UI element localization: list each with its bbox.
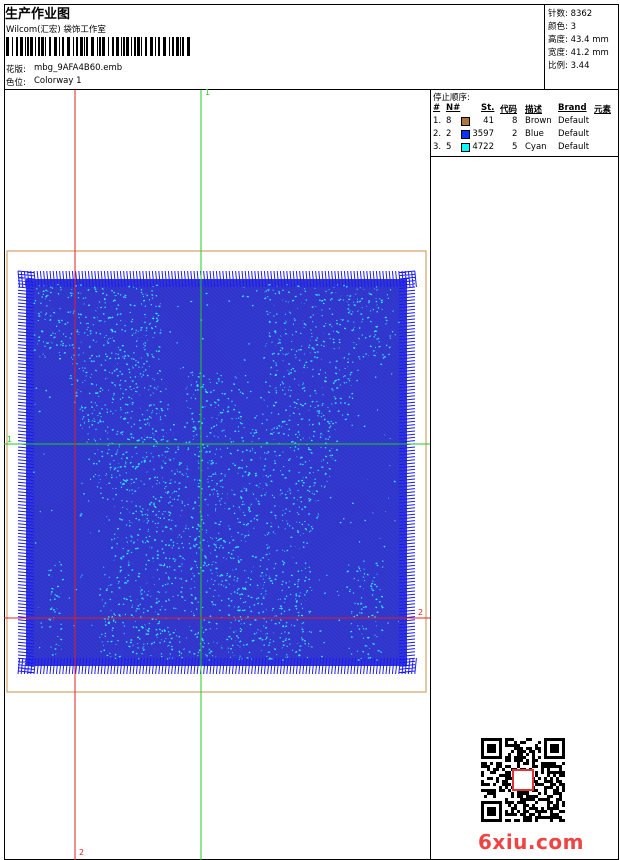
row-index: 1. <box>433 116 442 126</box>
colorway-label: 色位: <box>6 78 26 88</box>
watermark-logo: 6xiu.com <box>478 830 584 854</box>
row-stitches: 41 <box>483 116 494 126</box>
color-swatch <box>461 130 470 139</box>
row-stitches: 4722 <box>472 142 494 152</box>
col-stitches: St. <box>481 103 495 113</box>
row-code: 5 <box>512 142 518 152</box>
row-desc: Cyan <box>525 142 547 152</box>
guide-label-green-left: 1 <box>7 435 13 444</box>
stat-stitches: 针数: 8362 <box>548 9 593 19</box>
row-desc: Blue <box>525 129 544 139</box>
row-brand: Default <box>558 142 590 152</box>
row-brand: Default <box>558 116 590 126</box>
row-stitches: 3597 <box>472 129 494 139</box>
guide-label-red-right: 2 <box>418 608 424 617</box>
row-n: 8 <box>446 116 452 126</box>
row-code: 2 <box>512 129 518 139</box>
col-brand: Brand <box>558 103 587 113</box>
row-n: 5 <box>446 142 452 152</box>
col-index: # <box>433 103 441 113</box>
seal-stamp <box>512 769 534 791</box>
color-swatch <box>461 143 470 152</box>
row-code: 8 <box>512 116 518 126</box>
stat-height: 高度: 43.4 mm <box>548 35 609 45</box>
stat-scale: 比例: 3.44 <box>548 61 590 71</box>
barcode <box>6 37 190 56</box>
color-swatch <box>461 117 470 126</box>
stop-sequence-title: 停止顺序: <box>433 93 470 103</box>
stat-width: 宽度: 41.2 mm <box>548 48 609 58</box>
row-brand: Default <box>558 129 590 139</box>
colorway-value: Colorway 1 <box>34 76 82 86</box>
page-title: 生产作业图 <box>5 7 71 22</box>
guide-label-green-top: 1 <box>205 88 211 97</box>
design-file: mbg_9AFA4B60.emb <box>34 63 123 73</box>
col-element: 元素 <box>594 105 612 115</box>
embroidery-canvas <box>4 90 430 860</box>
row-index: 3. <box>433 142 442 152</box>
design-label: 花版: <box>6 65 26 75</box>
company-name: Wilcom(汇宏) 袋饰工作室 <box>6 25 106 35</box>
row-index: 2. <box>433 129 442 139</box>
guide-label-red-bottom: 2 <box>79 848 85 857</box>
col-desc: 描述 <box>525 105 543 115</box>
stat-colors: 颜色: 3 <box>548 22 576 32</box>
col-n: N# <box>446 103 461 113</box>
row-desc: Brown <box>525 116 552 126</box>
col-code: 代码 <box>500 105 518 115</box>
row-n: 2 <box>446 129 452 139</box>
